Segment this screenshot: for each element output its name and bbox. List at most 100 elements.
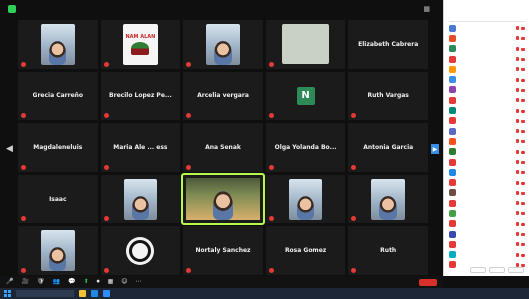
mic-muted-icon <box>516 211 519 216</box>
participants-panel-title <box>449 4 525 14</box>
participant-tile[interactable]: Arcelia vergara <box>183 71 263 121</box>
control-button[interactable]: ⏺ <box>97 279 100 285</box>
browser-icon[interactable] <box>91 290 98 297</box>
participant-tile[interactable]: N <box>265 71 346 121</box>
participant-tile[interactable]: Maria Ale ... ess <box>100 123 181 172</box>
participant-name: Rosa Gomez <box>284 247 327 255</box>
participant-list-item[interactable] <box>449 229 525 239</box>
participant-name: Brecilo Lopez Pe... <box>109 92 172 100</box>
participant-list-item[interactable] <box>449 219 525 229</box>
participant-tile[interactable]: Ruth Vargas <box>348 71 428 121</box>
participant-tile[interactable]: Elizabeth Cabrera <box>348 20 428 69</box>
mic-muted-icon <box>103 113 109 119</box>
participant-tile[interactable] <box>100 174 181 224</box>
participant-tile[interactable]: Antonia Garcia <box>348 123 428 172</box>
participants-search[interactable] <box>449 14 525 22</box>
participant-tile[interactable]: Ana Senak <box>183 123 263 172</box>
participant-list-item[interactable] <box>449 239 525 249</box>
control-button[interactable]: ⬆ <box>84 279 89 285</box>
mic-muted-icon <box>103 61 109 67</box>
file-explorer-icon[interactable] <box>79 290 86 297</box>
camera-off-icon <box>521 68 525 72</box>
taskbar-search[interactable] <box>16 290 74 297</box>
mic-muted-icon <box>268 216 274 222</box>
participant-tile[interactable]: Ruth <box>348 226 428 275</box>
participant-tile[interactable] <box>183 20 263 69</box>
end-meeting-button[interactable] <box>419 278 437 286</box>
participant-tile[interactable] <box>265 20 346 69</box>
participant-list-item[interactable] <box>449 95 525 105</box>
participant-logo: NAM ALAN <box>122 23 158 65</box>
active-speaker-tile[interactable] <box>181 172 265 226</box>
windows-start-icon[interactable] <box>4 290 11 297</box>
participant-list-item[interactable] <box>449 54 525 64</box>
participant-list-item[interactable] <box>449 74 525 84</box>
mic-muted-icon <box>186 164 192 170</box>
participant-list-item[interactable] <box>449 126 525 136</box>
participant-list-item[interactable] <box>449 157 525 167</box>
control-button[interactable]: ⋯ <box>136 279 142 285</box>
grid-view-icon: ▦ <box>423 5 430 13</box>
control-icon: 🎤 <box>6 278 14 285</box>
participant-video <box>288 178 323 220</box>
control-button[interactable]: 👥 <box>53 279 60 285</box>
participant-tile[interactable]: Magdaleneluis <box>18 123 98 172</box>
participant-tile[interactable] <box>100 226 181 275</box>
control-button[interactable]: 🎤 <box>6 279 13 285</box>
participant-list-item[interactable] <box>449 23 525 33</box>
participant-list-item[interactable] <box>449 64 525 74</box>
participant-tile[interactable]: Nortaly Sanchez <box>183 226 263 275</box>
camera-off-icon <box>521 130 525 134</box>
control-icon: 🎥 <box>21 278 29 285</box>
participant-list-item[interactable] <box>449 198 525 208</box>
mic-muted-icon <box>21 61 26 67</box>
meeting-controls-bar: 🎤 🎥 🛡 👥 💬 ⬆ ⏺ ▦ ☺ ⋯ <box>0 276 443 288</box>
participant-list-item[interactable] <box>449 105 525 115</box>
participant-name: Elizabeth Cabrera <box>358 40 419 48</box>
camera-off-icon <box>521 78 525 82</box>
invite-button[interactable] <box>470 267 486 273</box>
control-button[interactable]: 🛡 <box>37 279 45 285</box>
windows-taskbar <box>0 288 529 299</box>
participant-list-item[interactable] <box>449 167 525 177</box>
participant-tile[interactable]: Grecia Carreño <box>18 71 98 121</box>
participant-avatar <box>449 96 456 104</box>
participant-list-item[interactable] <box>449 208 525 218</box>
control-button[interactable]: ☺ <box>121 279 127 285</box>
control-button[interactable]: ▦ <box>108 279 114 285</box>
participant-tile[interactable]: Isaac <box>18 174 98 224</box>
participants-panel <box>443 0 529 276</box>
participant-tile[interactable] <box>18 20 98 69</box>
participant-logo <box>126 236 155 265</box>
participant-tile[interactable]: NAM ALAN <box>100 20 181 69</box>
mic-muted-icon <box>516 139 519 144</box>
control-button[interactable]: 🎥 <box>21 279 28 285</box>
mic-muted-icon <box>21 164 26 170</box>
control-icon: ⏺ <box>96 278 100 285</box>
previous-page-arrow-icon[interactable]: ◀ <box>6 144 13 154</box>
participant-tile[interactable]: Olga Yolanda Bo... <box>265 123 346 172</box>
mute-all-button[interactable] <box>489 267 505 273</box>
more-options-button[interactable] <box>508 267 524 273</box>
participant-list-item[interactable] <box>449 147 525 157</box>
participant-list-item[interactable] <box>449 250 525 260</box>
participant-tile[interactable]: Rosa Gomez <box>265 226 346 275</box>
view-button[interactable]: ▦ <box>423 5 433 13</box>
participant-list-item[interactable] <box>449 116 525 126</box>
encryption-shield-icon[interactable] <box>8 5 16 13</box>
participant-tile[interactable]: Brecilo Lopez Pe... <box>100 71 181 121</box>
control-button[interactable]: 💬 <box>68 279 75 285</box>
participant-tile[interactable] <box>265 174 346 224</box>
participant-list-item[interactable] <box>449 44 525 54</box>
camera-off-icon <box>521 233 525 237</box>
participant-list-item[interactable] <box>449 188 525 198</box>
zoom-app-icon[interactable] <box>103 290 110 297</box>
participant-tile[interactable] <box>348 174 428 224</box>
next-page-arrow-icon[interactable]: ▶ <box>431 144 439 154</box>
participant-list-item[interactable] <box>449 33 525 43</box>
mic-muted-icon <box>268 164 274 170</box>
participant-list-item[interactable] <box>449 85 525 95</box>
participant-tile[interactable] <box>18 226 98 275</box>
participant-list-item[interactable] <box>449 136 525 146</box>
participant-list-item[interactable] <box>449 177 525 187</box>
